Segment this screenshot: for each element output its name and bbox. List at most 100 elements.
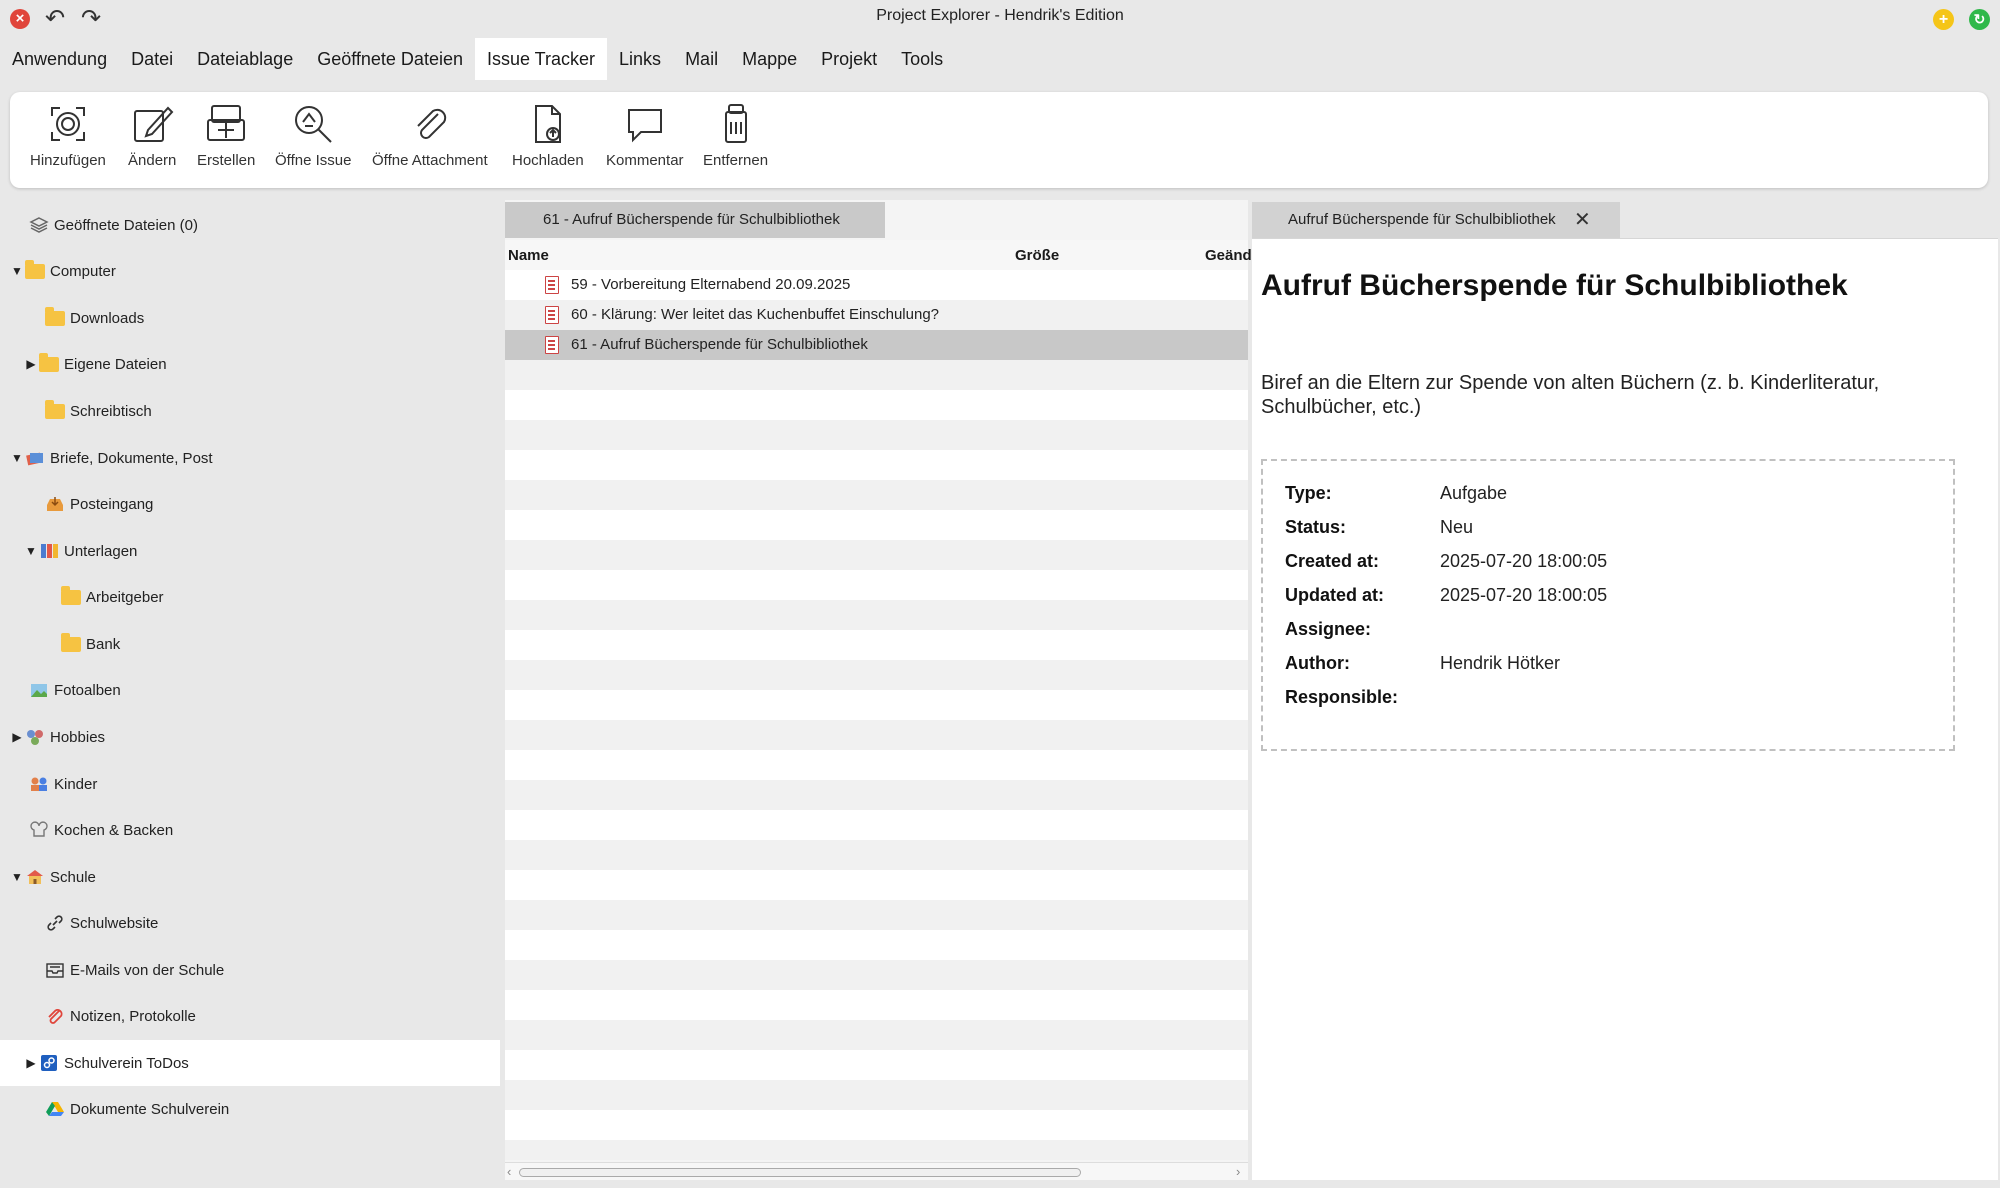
open-attachment-button[interactable]: Öffne Attachment — [372, 102, 488, 182]
link-icon — [44, 913, 66, 933]
edit-button[interactable]: Ändern — [128, 102, 176, 182]
add-button[interactable]: Hinzufügen — [30, 102, 106, 182]
menu-issue-tracker[interactable]: Issue Tracker — [474, 38, 608, 80]
upload-button-label: Hochladen — [512, 152, 584, 169]
property-key: Responsible: — [1285, 687, 1399, 707]
property-value: 2025-07-20 18:00:05 — [1440, 551, 1608, 571]
paperclip-icon — [44, 1006, 66, 1026]
folder-icon — [60, 585, 82, 607]
issue-description: Biref an die Eltern zur Spende von alten… — [1261, 372, 1880, 418]
list-item[interactable]: 59 - Vorbereitung Elternabend 20.09.2025 — [505, 270, 1248, 300]
tab-issue-detail[interactable]: Aufruf Bücherspende für Schulbibliothek … — [1252, 202, 1620, 238]
expand-toggle[interactable]: ▼ — [10, 451, 24, 465]
add-window-button[interactable]: + — [1933, 9, 1954, 30]
sidebar-item-posteingang[interactable]: Posteingang — [0, 481, 500, 527]
sidebar-item-schreibtisch[interactable]: Schreibtisch — [0, 388, 500, 434]
sidebar-item-dokumente-schulverein[interactable]: Dokumente Schulverein — [0, 1086, 500, 1132]
sidebar-item-label: Eigene Dateien — [64, 355, 167, 373]
sidebar-item-unterlagen[interactable]: ▼ Unterlagen — [0, 528, 500, 574]
menu-bar: Anwendung Datei Dateiablage Geöffnete Da… — [0, 38, 955, 80]
list-item[interactable]: 60 - Klärung: Wer leitet das Kuchenbuffe… — [505, 300, 1248, 330]
column-header-modified[interactable]: Geänd — [1205, 247, 1252, 264]
create-icon — [207, 105, 246, 141]
upload-button[interactable]: Hochladen — [512, 102, 584, 182]
sidebar-item-notizen[interactable]: Notizen, Protokolle — [0, 993, 500, 1039]
sidebar-item-schulverein-todos[interactable]: ▶ Schulverein ToDos — [0, 1040, 500, 1086]
tab-label: Aufruf Bücherspende für Schulbibliothek — [1288, 211, 1556, 228]
folder-icon — [60, 632, 82, 654]
sidebar: Geöffnete Dateien (0) ▼ Computer Downloa… — [0, 202, 502, 1188]
edit-icon — [134, 106, 174, 142]
property-value: Aufgabe — [1440, 483, 1508, 503]
sidebar-item-label: Geöffnete Dateien (0) — [54, 216, 198, 234]
sidebar-item-schulwebsite[interactable]: Schulwebsite — [0, 900, 500, 946]
sidebar-item-label: Hobbies — [50, 728, 106, 746]
expand-toggle[interactable]: ▶ — [10, 730, 24, 744]
open-issue-button-label: Öffne Issue — [275, 152, 352, 169]
mail-icon — [44, 960, 66, 980]
open-issue-button[interactable]: Öffne Issue — [275, 102, 351, 182]
expand-toggle[interactable]: ▶ — [24, 1056, 38, 1070]
window-title: Project Explorer - Hendrik's Edition — [876, 7, 1124, 24]
list-header: Name Größe Geänd — [505, 240, 1252, 270]
issue-document-icon — [545, 306, 559, 324]
title-bar: × ↶ ↷ Project Explorer - Hendrik's Editi… — [0, 0, 2000, 36]
expand-toggle[interactable]: ▼ — [10, 870, 24, 884]
scroll-left-icon[interactable]: ‹ — [507, 1164, 511, 1179]
sidebar-item-eigene-dateien[interactable]: ▶ Eigene Dateien — [0, 341, 500, 387]
expand-toggle[interactable]: ▼ — [24, 544, 38, 558]
expand-toggle[interactable]: ▼ — [10, 264, 24, 278]
property-value: Neu — [1440, 517, 1474, 537]
menu-anwendung[interactable]: Anwendung — [0, 38, 119, 80]
sidebar-item-hobbies[interactable]: ▶ Hobbies — [0, 714, 500, 760]
tab-issue-list[interactable]: 61 - Aufruf Bücherspende für Schulbiblio… — [505, 202, 885, 238]
list-item-label: 59 - Vorbereitung Elternabend 20.09.2025 — [571, 276, 851, 293]
menu-dateiablage[interactable]: Dateiablage — [185, 38, 305, 80]
photo-icon — [28, 680, 50, 700]
cooking-icon — [28, 820, 50, 840]
menu-datei[interactable]: Datei — [119, 38, 185, 80]
issue-document-icon — [545, 336, 559, 354]
sidebar-item-downloads[interactable]: Downloads — [0, 295, 500, 341]
scroll-right-icon[interactable]: › — [1236, 1164, 1240, 1179]
remove-button[interactable]: Entfernen — [703, 102, 768, 182]
letters-icon — [24, 448, 46, 468]
menu-mappe[interactable]: Mappe — [730, 38, 809, 80]
menu-geoeffnete-dateien[interactable]: Geöffnete Dateien — [305, 38, 475, 80]
create-button[interactable]: Erstellen — [197, 102, 255, 182]
property-key: Status: — [1285, 517, 1347, 537]
property-key: Author: — [1285, 653, 1350, 673]
refresh-button[interactable]: ↻ — [1969, 9, 1990, 30]
hobbies-icon — [24, 727, 46, 747]
issue-document-icon — [545, 276, 559, 294]
sidebar-item-label: Unterlagen — [64, 542, 138, 560]
column-header-size[interactable]: Größe — [1015, 247, 1059, 264]
add-button-label: Hinzufügen — [30, 152, 106, 169]
sidebar-item-label: Downloads — [70, 309, 145, 327]
sidebar-item-fotoalben[interactable]: Fotoalben — [0, 667, 500, 713]
close-tab-icon[interactable]: ✕ — [1574, 202, 1591, 238]
sidebar-item-briefe[interactable]: ▼ Briefe, Dokumente, Post — [0, 435, 500, 481]
comment-button[interactable]: Kommentar — [606, 102, 684, 182]
sidebar-item-bank[interactable]: Bank — [0, 621, 500, 667]
sidebar-item-kinder[interactable]: Kinder — [0, 761, 500, 807]
list-item[interactable]: 61 - Aufruf Bücherspende für Schulbiblio… — [505, 330, 1248, 360]
scrollbar-thumb[interactable] — [519, 1168, 1081, 1177]
expand-toggle[interactable]: ▶ — [24, 357, 38, 371]
menu-mail[interactable]: Mail — [673, 38, 730, 80]
menu-tools[interactable]: Tools — [889, 38, 955, 80]
menu-projekt[interactable]: Projekt — [809, 38, 889, 80]
column-header-name[interactable]: Name — [508, 247, 549, 264]
sidebar-item-computer[interactable]: ▼ Computer — [0, 248, 500, 294]
sidebar-item-schule[interactable]: ▼ Schule — [0, 854, 500, 900]
sidebar-item-geoeffnete-dateien[interactable]: Geöffnete Dateien (0) — [0, 202, 500, 248]
horizontal-scrollbar[interactable]: ‹ › — [505, 1162, 1248, 1180]
issue-tracker-icon — [38, 1053, 60, 1073]
sidebar-item-kochen-backen[interactable]: Kochen & Backen — [0, 807, 500, 853]
sidebar-item-emails-schule[interactable]: E-Mails von der Schule — [0, 947, 500, 993]
sidebar-item-arbeitgeber[interactable]: Arbeitgeber — [0, 574, 500, 620]
menu-links[interactable]: Links — [607, 38, 673, 80]
folder-icon — [38, 352, 60, 374]
upload-icon — [534, 105, 561, 143]
sidebar-item-label: Bank — [86, 635, 121, 653]
